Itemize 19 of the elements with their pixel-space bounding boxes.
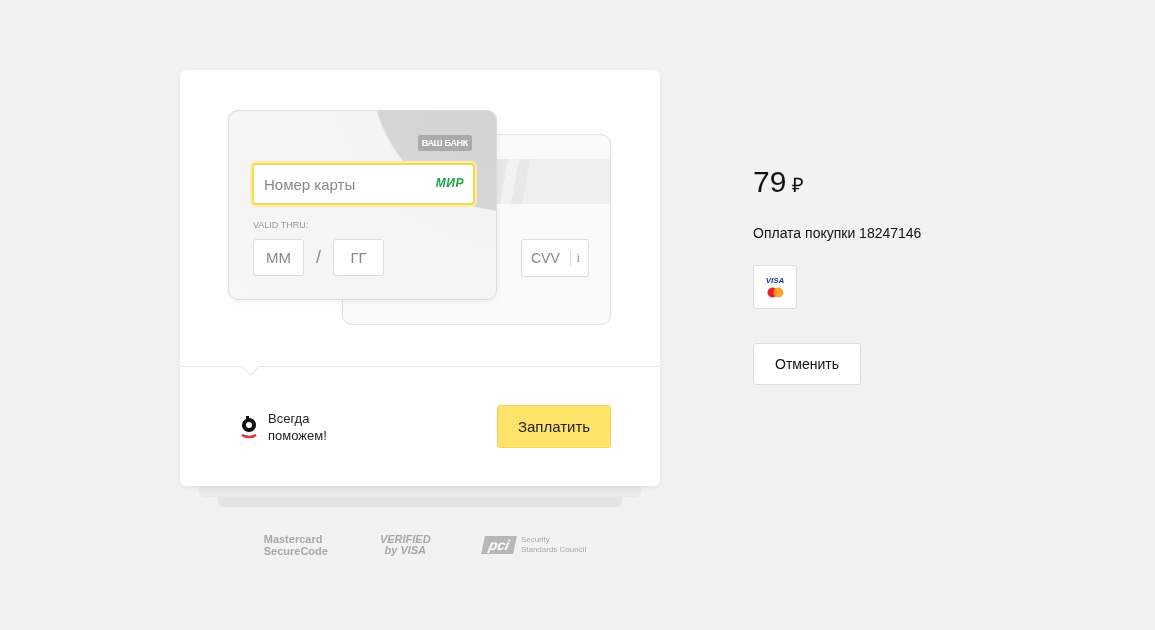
- mir-logo: МИР: [435, 176, 464, 190]
- price-amount: 79: [753, 165, 787, 199]
- currency-sign: ₽: [792, 173, 805, 198]
- month-field[interactable]: ММ: [253, 239, 304, 276]
- date-separator: /: [315, 247, 322, 268]
- valid-thru-label: VALID THRU:: [253, 220, 309, 230]
- bank-label: ВАШ БАНК: [417, 135, 472, 151]
- verified-by-visa-logo: VERIFIED by VISA: [379, 534, 431, 556]
- order-description: Оплата покупки 18247146: [753, 225, 922, 241]
- cancel-button[interactable]: Отменить: [753, 343, 861, 385]
- bank-logo-icon: [240, 413, 258, 440]
- pci-logo: pci: [480, 536, 517, 554]
- visa-logo: VISA: [765, 276, 785, 285]
- pay-button[interactable]: Заплатить: [497, 405, 611, 448]
- pci-council-text: Security Standards Council: [520, 535, 587, 555]
- mastercard-icon: [766, 287, 784, 298]
- mastercard-securecode-logo: Mastercard SecureCode: [263, 533, 328, 557]
- support-text: Всегда поможем!: [268, 409, 328, 444]
- year-field[interactable]: ГГ: [333, 239, 384, 276]
